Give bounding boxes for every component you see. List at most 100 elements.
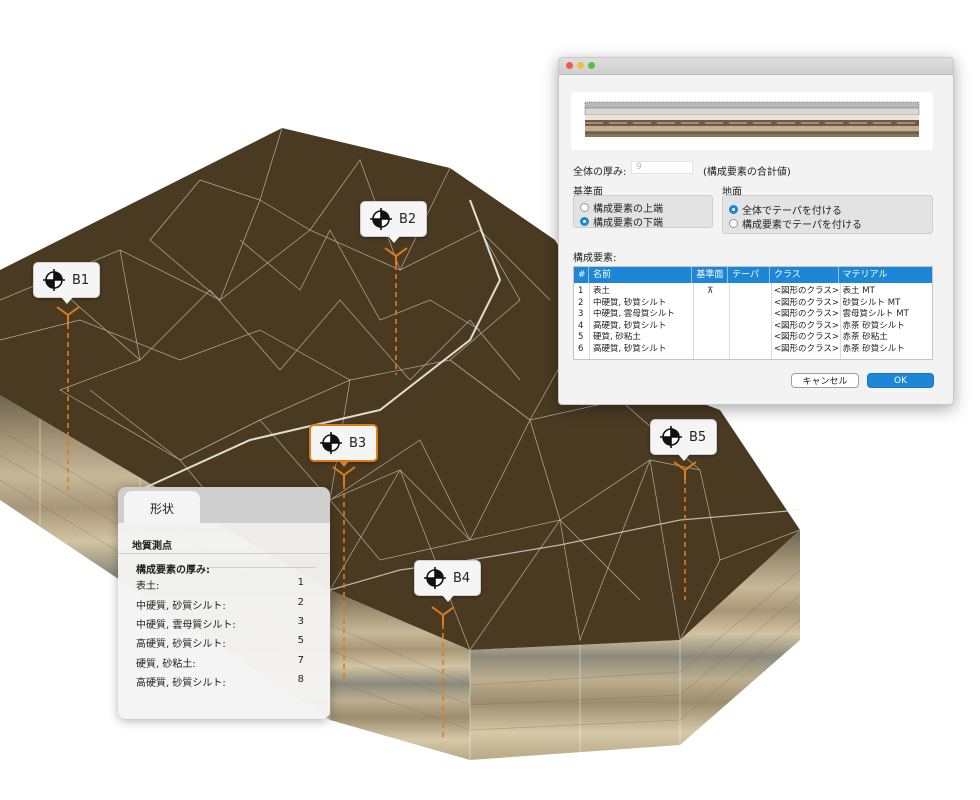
header-class[interactable]: クラス <box>770 267 839 283</box>
palette-tabbar: 形状 <box>118 487 330 525</box>
components-table-body: 1 表土 ⊼ <図形のクラス> 表土 MT 2 中硬質, 砂質シルト <図形のク… <box>574 283 932 359</box>
thickness-row-value[interactable]: 7 <box>298 655 304 666</box>
thickness-section-label: 構成要素の厚み: <box>136 565 210 576</box>
borehole-marker-b4[interactable]: B4 <box>414 560 482 602</box>
row-taper <box>728 309 770 321</box>
thickness-row: 高硬質, 砂質シルト: 8 <box>136 674 304 689</box>
taper-components-radio[interactable]: 構成要素でテーパを付ける <box>729 216 862 231</box>
borehole-symbol-icon <box>43 269 65 291</box>
row-material: 赤茶 砂質シルト <box>842 343 905 354</box>
thickness-row-label: 中硬質, 砂質シルト: <box>136 601 226 612</box>
radio-indicator <box>729 205 738 214</box>
ground-radio-group: 全体でテーパを付ける 構成要素でテーパを付ける <box>722 195 933 234</box>
reference-radio-group: 構成要素の上端 構成要素の下端 <box>573 195 713 229</box>
row-material: 雲母質シルト MT <box>842 309 909 319</box>
header-reference[interactable]: 基準面 <box>692 267 729 283</box>
ok-button[interactable]: OK <box>867 373 934 388</box>
layer-preview <box>571 92 933 150</box>
radio-indicator <box>729 219 738 228</box>
borehole-marker-b3[interactable]: B3 <box>309 424 379 467</box>
row-reference <box>692 309 728 321</box>
thickness-row-value[interactable]: 8 <box>298 674 304 685</box>
row-reference <box>692 344 728 356</box>
radio-label: 全体でテーパを付ける <box>742 206 842 217</box>
table-row[interactable]: 5 硬質, 砂粘土 <図形のクラス> 赤茶 砂粘土 <box>574 332 932 344</box>
borehole-label: B1 <box>72 272 90 288</box>
borehole-marker-b2[interactable]: B2 <box>360 201 428 243</box>
thickness-row-value[interactable]: 2 <box>298 597 304 608</box>
cancel-button[interactable]: キャンセル <box>791 373 859 388</box>
row-number: 2 <box>578 297 584 308</box>
thickness-row-label: 表土: <box>136 581 160 592</box>
close-window-button[interactable] <box>566 62 573 69</box>
thickness-row: 高硬質, 砂質シルト: 5 <box>136 635 304 650</box>
borehole-label: B5 <box>689 429 707 445</box>
row-class: <図形のクラス> <box>773 286 839 296</box>
components-table: # 名前 基準面 テーパ クラス マテリアル 1 表土 ⊼ <図形のクラス> 表… <box>573 266 933 360</box>
section-divider <box>208 567 316 568</box>
row-taper <box>728 344 770 356</box>
row-number: 1 <box>578 286 584 296</box>
row-material: 赤茶 砂質シルト <box>842 320 905 331</box>
row-reference <box>692 332 728 344</box>
borehole-symbol-icon <box>320 432 342 454</box>
total-thickness-note: (構成要素の合計値) <box>703 167 791 178</box>
row-reference <box>692 298 728 310</box>
table-row[interactable]: 1 表土 ⊼ <図形のクラス> 表土 MT <box>574 286 932 298</box>
reference-bottom-radio[interactable]: 構成要素の下端 <box>580 214 663 229</box>
row-number: 3 <box>578 309 584 319</box>
borehole-symbol-icon <box>370 208 392 230</box>
minimize-window-button[interactable] <box>577 62 584 69</box>
borehole-marker-b1[interactable]: B1 <box>33 262 101 304</box>
header-material[interactable]: マテリアル <box>839 267 932 283</box>
reference-top-radio[interactable]: 構成要素の上端 <box>580 200 663 215</box>
row-class: <図形のクラス> <box>773 343 839 354</box>
table-row[interactable]: 6 高硬質, 砂質シルト <図形のクラス> 赤茶 砂質シルト <box>574 344 932 356</box>
table-row[interactable]: 4 高硬質, 砂質シルト <図形のクラス> 赤茶 砂質シルト <box>574 321 932 333</box>
row-name: 中硬質, 砂質シルト <box>592 297 667 308</box>
row-number: 5 <box>578 332 584 342</box>
components-label: 構成要素: <box>573 253 617 264</box>
thickness-row-label: 硬質, 砂粘土: <box>136 659 196 670</box>
borehole-symbol-icon <box>424 567 446 589</box>
row-material: 表土 MT <box>842 286 875 296</box>
thickness-row-value[interactable]: 3 <box>298 616 304 627</box>
row-taper <box>728 298 770 310</box>
layer-preview-graphic <box>584 101 920 137</box>
dialog-titlebar <box>559 58 953 75</box>
row-name: 中硬質, 雲母質シルト <box>592 309 675 319</box>
components-dialog: 全体の厚み: 9 (構成要素の合計値) 基準面 構成要素の上端 構成要素の下端 … <box>558 57 954 405</box>
table-row[interactable]: 3 中硬質, 雲母質シルト <図形のクラス> 雲母質シルト MT <box>574 309 932 321</box>
row-name: 高硬質, 砂質シルト <box>592 343 667 354</box>
row-class: <図形のクラス> <box>773 297 839 308</box>
thickness-row-value[interactable]: 5 <box>298 635 304 646</box>
total-thickness-field[interactable]: 9 <box>631 161 693 174</box>
thickness-row: 硬質, 砂粘土: 7 <box>136 655 304 670</box>
thickness-row: 表土: 1 <box>136 577 304 592</box>
taper-overall-radio[interactable]: 全体でテーパを付ける <box>729 202 842 217</box>
row-class: <図形のクラス> <box>773 332 839 342</box>
row-class: <図形のクラス> <box>773 320 839 331</box>
row-reference <box>692 321 728 333</box>
reference-marker-icon: ⊼ <box>707 286 714 296</box>
borehole-label: B4 <box>453 570 471 586</box>
tab-shape[interactable]: 形状 <box>124 491 200 525</box>
radio-indicator <box>580 203 589 212</box>
borehole-label: B2 <box>399 211 417 227</box>
components-table-header: # 名前 基準面 テーパ クラス マテリアル <box>574 267 932 283</box>
table-row[interactable]: 2 中硬質, 砂質シルト <図形のクラス> 砂質シルト MT <box>574 298 932 310</box>
palette-divider <box>118 553 330 554</box>
total-thickness-label: 全体の厚み: <box>573 167 627 178</box>
row-taper <box>728 286 770 298</box>
thickness-row-value[interactable]: 1 <box>298 577 304 588</box>
header-taper[interactable]: テーパ <box>728 267 770 283</box>
header-name[interactable]: 名前 <box>589 267 693 283</box>
borehole-symbol-icon <box>660 426 682 448</box>
zoom-window-button[interactable] <box>588 62 595 69</box>
thickness-row: 中硬質, 雲母質シルト: 3 <box>136 616 304 631</box>
borehole-marker-b5[interactable]: B5 <box>650 419 718 461</box>
row-name: 硬質, 砂粘土 <box>592 332 641 342</box>
thickness-row-label: 中硬質, 雲母質シルト: <box>136 620 236 631</box>
shape-info-palette: 形状 地質測点 構成要素の厚み: 表土: 1 中硬質, 砂質シルト: 2 中硬質… <box>118 487 330 719</box>
header-number[interactable]: # <box>574 267 589 283</box>
